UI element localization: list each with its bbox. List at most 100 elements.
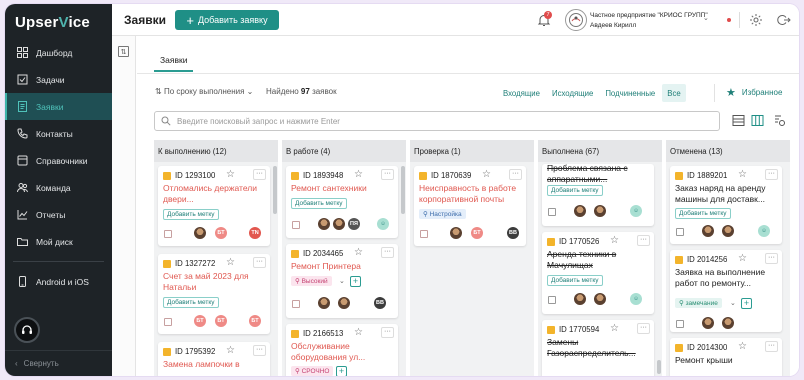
card-id-text: ID 2014300 bbox=[687, 343, 728, 352]
add-tag-button[interactable]: Добавить метку bbox=[163, 297, 219, 308]
status-dot bbox=[727, 18, 731, 22]
more-icon[interactable]: ··· bbox=[253, 345, 266, 356]
request-card[interactable]: ID 2034465 ☆ ··· Ремонт Принтера ⚲ Высок… bbox=[286, 244, 398, 318]
more-icon[interactable]: ··· bbox=[765, 169, 778, 180]
more-icon[interactable]: ··· bbox=[765, 253, 778, 264]
add-tag-plus-button[interactable]: + bbox=[350, 276, 361, 287]
star-icon[interactable]: ☆ bbox=[226, 169, 235, 180]
add-tag-plus-button[interactable]: + bbox=[336, 366, 347, 376]
add-tag-button[interactable]: Добавить метку bbox=[675, 208, 731, 219]
help-headset-button[interactable] bbox=[14, 317, 40, 343]
filter-outgoing[interactable]: Исходящие bbox=[547, 84, 598, 102]
list-view-icon[interactable] bbox=[732, 114, 745, 127]
divider bbox=[739, 12, 740, 28]
logout-icon[interactable] bbox=[777, 13, 791, 27]
scrollbar[interactable] bbox=[401, 166, 405, 214]
more-icon[interactable]: ··· bbox=[637, 323, 650, 334]
add-tag-button[interactable]: Добавить метку bbox=[163, 209, 219, 220]
lock-icon bbox=[675, 255, 683, 264]
settings-view-icon[interactable] bbox=[773, 114, 786, 127]
collapse-sidebar-button[interactable]: ‹ Свернуть bbox=[5, 350, 112, 376]
more-icon[interactable]: ··· bbox=[381, 169, 394, 180]
request-card[interactable]: Проблема связана с аппаратными... Добави… bbox=[542, 164, 654, 226]
star-icon[interactable]: ☆ bbox=[226, 257, 235, 268]
request-card[interactable]: ID 2014300 ☆ ··· Ремонт крыши bbox=[670, 338, 782, 376]
star-icon[interactable]: ☆ bbox=[610, 235, 619, 246]
add-tag-button[interactable]: Добавить метку bbox=[291, 198, 347, 209]
star-icon[interactable]: ☆ bbox=[482, 169, 491, 180]
category-badge[interactable]: ⚲ Настройка bbox=[419, 209, 466, 219]
more-icon[interactable]: ··· bbox=[381, 327, 394, 338]
sort-icon: ⇅ bbox=[155, 87, 164, 96]
request-card[interactable]: ID 2014256 ☆ ··· Заявка на выполнение ра… bbox=[670, 250, 782, 332]
sidebar-item-mobile-apps[interactable]: Android и iOS bbox=[5, 268, 112, 295]
sidebar-item-dashboard[interactable]: Дашборд bbox=[5, 39, 112, 66]
bot-avatar: ☺ bbox=[758, 225, 770, 237]
request-card[interactable]: ID 1889201 ☆ ··· Заказ наряд на аренду м… bbox=[670, 166, 782, 244]
more-icon[interactable]: ··· bbox=[637, 235, 650, 246]
request-card[interactable]: ID 1293100 ☆ ··· Отломались держатели дв… bbox=[158, 166, 270, 246]
chevron-down-icon[interactable]: ⌄ bbox=[730, 299, 736, 307]
org-logo[interactable] bbox=[565, 9, 587, 31]
request-card[interactable]: ID 2166513 ☆ ··· Обслуживание оборудован… bbox=[286, 324, 398, 376]
request-card[interactable]: ID 1893948 ☆ ··· Ремонт сантехники Добав… bbox=[286, 166, 398, 238]
star-icon[interactable]: ☆ bbox=[610, 323, 619, 334]
dashboard-icon bbox=[17, 47, 28, 58]
search-input[interactable]: Введите поисковый запрос и нажмите Enter bbox=[154, 111, 720, 131]
more-icon[interactable]: ··· bbox=[381, 247, 394, 258]
more-icon[interactable]: ··· bbox=[253, 169, 266, 180]
filter-all[interactable]: Все bbox=[662, 84, 686, 102]
sidebar-item-tasks[interactable]: Задачи bbox=[5, 66, 112, 93]
filter-incoming[interactable]: Входящие bbox=[498, 84, 545, 102]
logo-text-a: Upser bbox=[15, 14, 59, 31]
sidebar-item-directory[interactable]: Справочники bbox=[5, 147, 112, 174]
star-icon[interactable]: ☆ bbox=[738, 253, 747, 264]
chevron-down-icon[interactable]: ⌄ bbox=[703, 14, 709, 22]
star-icon[interactable]: ☆ bbox=[738, 341, 747, 352]
sidebar-item-my-disk[interactable]: Мой диск bbox=[5, 228, 112, 255]
request-card[interactable]: ID 1795392 ☆ ··· Замена лампочки в bbox=[158, 342, 270, 376]
kanban-view-icon[interactable] bbox=[751, 114, 764, 127]
filter-strip bbox=[112, 36, 136, 376]
sort-dropdown[interactable]: ⇅ По сроку выполнения ⌄ bbox=[155, 87, 253, 96]
priority-badge[interactable]: ⚲ СРОЧНО bbox=[291, 366, 334, 376]
request-card[interactable]: ID 1870639 ☆ ··· Неисправность в работе … bbox=[414, 166, 526, 246]
card-id-text: ID 1293100 bbox=[175, 171, 216, 180]
favorites-button[interactable]: ★ Избранное bbox=[726, 86, 782, 99]
sidebar-item-reports[interactable]: Отчеты bbox=[5, 201, 112, 228]
org-user-block[interactable]: Частное предприятие "КРИОС ГРУПП" Авдеев… bbox=[590, 11, 708, 30]
tab-requests[interactable]: Заявки bbox=[154, 55, 194, 72]
app-logo[interactable]: UpserVice bbox=[15, 14, 90, 31]
calendar-icon bbox=[676, 228, 684, 236]
chevron-down-icon[interactable]: ⌄ bbox=[339, 277, 345, 285]
gear-icon[interactable] bbox=[749, 13, 763, 27]
request-card[interactable]: ID 1770526 ☆ ··· Аренда техники в Мачули… bbox=[542, 232, 654, 314]
scrollbar[interactable] bbox=[273, 166, 277, 214]
sidebar-item-contacts[interactable]: Контакты bbox=[5, 120, 112, 147]
more-icon[interactable]: ··· bbox=[765, 341, 778, 352]
star-icon[interactable]: ☆ bbox=[226, 345, 235, 356]
avatar: BB bbox=[507, 227, 519, 239]
add-tag-plus-button[interactable]: + bbox=[741, 298, 752, 309]
request-card[interactable]: ID 1770594 ☆ ··· Замены Газораспределите… bbox=[542, 320, 654, 376]
star-icon[interactable]: ☆ bbox=[354, 247, 363, 258]
star-icon[interactable]: ☆ bbox=[738, 169, 747, 180]
add-request-button[interactable]: + Добавить заявку bbox=[175, 10, 279, 30]
card-title: Замена лампочки в bbox=[163, 359, 240, 369]
filter-subordinates[interactable]: Подчиненные bbox=[600, 84, 660, 102]
add-tag-button[interactable]: Добавить метку bbox=[547, 275, 603, 286]
scrollbar[interactable] bbox=[657, 360, 661, 374]
card-title: Ремонт крыши bbox=[675, 355, 733, 365]
more-icon[interactable]: ··· bbox=[253, 257, 266, 268]
add-tag-button[interactable]: Добавить метку bbox=[547, 185, 603, 196]
priority-badge[interactable]: ⚲ замечание bbox=[675, 298, 722, 308]
sidebar-item-requests[interactable]: Заявки bbox=[5, 93, 112, 120]
card-title: Обслуживание оборудования ул... bbox=[291, 341, 366, 362]
sidebar-item-team[interactable]: Команда bbox=[5, 174, 112, 201]
more-icon[interactable]: ··· bbox=[509, 169, 522, 180]
star-icon[interactable]: ☆ bbox=[354, 327, 363, 338]
filter-panel-icon[interactable]: ⇅ bbox=[118, 46, 129, 57]
star-icon[interactable]: ☆ bbox=[354, 169, 363, 180]
priority-badge[interactable]: ⚲ Высокий bbox=[291, 276, 332, 286]
request-card[interactable]: ID 1327272 ☆ ··· Счет за май 2023 для На… bbox=[158, 254, 270, 334]
